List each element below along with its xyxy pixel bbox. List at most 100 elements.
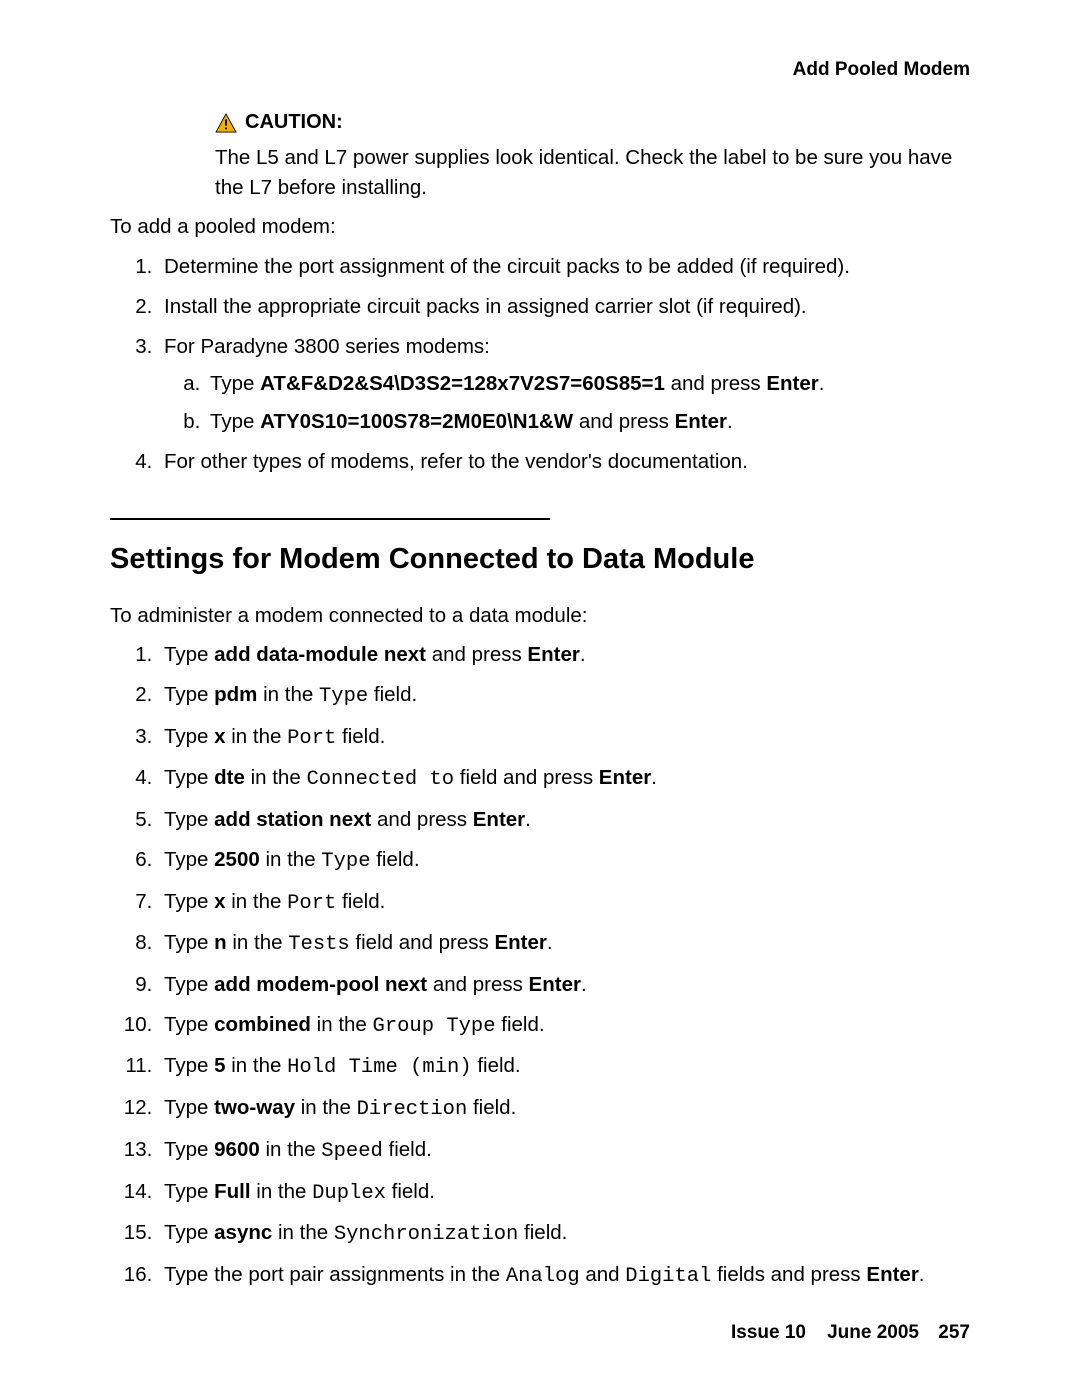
list-item: Type combined in the Group Type field. (158, 1010, 970, 1042)
caution-heading: CAUTION: (215, 108, 970, 137)
text: field. (336, 890, 385, 913)
list-item: Type x in the Port field. (158, 887, 970, 919)
text: Type (164, 643, 214, 666)
text: fields and press (711, 1263, 866, 1286)
list-item: Type the port pair assignments in the An… (158, 1260, 970, 1292)
page-number: 257 (938, 1322, 970, 1343)
key-name: Enter (473, 808, 525, 831)
command-text: add data-module next (214, 643, 426, 666)
list-item: Determine the port assignment of the cir… (158, 252, 970, 282)
field-name: Synchronization (334, 1223, 519, 1246)
field-name: Port (287, 892, 336, 915)
text: Type (164, 725, 214, 748)
caution-text: The L5 and L7 power supplies look identi… (215, 143, 970, 202)
text: Type the port pair assignments in the (164, 1263, 506, 1286)
field-name: Hold Time (min) (287, 1056, 472, 1079)
text: field. (336, 725, 385, 748)
text: Type (164, 1013, 214, 1036)
command-text: add modem-pool next (214, 973, 427, 996)
command-text: two-way (214, 1096, 295, 1119)
text: Type (164, 1138, 214, 1161)
text: . (651, 766, 657, 789)
key-name: Enter (675, 410, 727, 433)
text: Type (210, 410, 260, 433)
text: field. (386, 1180, 435, 1203)
field-name: Speed (321, 1140, 383, 1163)
running-header: Add Pooled Modem (793, 56, 970, 84)
field-name: Group Type (373, 1015, 496, 1038)
command-text: Full (214, 1180, 250, 1203)
key-name: Enter (766, 372, 818, 395)
text: in the (257, 683, 319, 706)
command-text: dte (214, 766, 245, 789)
key-name: Enter (494, 931, 546, 954)
command-text: add station next (214, 808, 371, 831)
text: Type (164, 931, 214, 954)
list-item: Type 9600 in the Speed field. (158, 1135, 970, 1167)
issue-number: Issue 10 (731, 1322, 806, 1343)
intro-text: To add a pooled modem: (110, 212, 970, 242)
text: and press (426, 643, 527, 666)
section-rule (110, 518, 550, 520)
command-text: AT&F&D2&S4\D3S2=128x7V2S7=60S85=1 (260, 372, 665, 395)
list-item: Type x in the Port field. (158, 722, 970, 754)
text: . (919, 1263, 925, 1286)
list-item-text: For Paradyne 3800 series modems: (164, 335, 490, 358)
command-text: 9600 (214, 1138, 260, 1161)
text: Type (164, 890, 214, 913)
add-modem-list: Determine the port assignment of the cir… (110, 252, 970, 476)
command-text: 2500 (214, 848, 260, 871)
key-name: Enter (599, 766, 651, 789)
key-name: Enter (527, 643, 579, 666)
text: . (580, 643, 586, 666)
list-item: Type ATY0S10=100S78=2M0E0\N1&W and press… (206, 407, 970, 437)
text: in the (295, 1096, 357, 1119)
text: in the (260, 848, 322, 871)
text: field. (383, 1138, 432, 1161)
list-item: Type two-way in the Direction field. (158, 1093, 970, 1125)
command-text: ATY0S10=100S78=2M0E0\N1&W (260, 410, 573, 433)
text: Type (164, 1096, 214, 1119)
text: Type (164, 1054, 214, 1077)
text: in the (251, 1180, 313, 1203)
list-item: Type pdm in the Type field. (158, 680, 970, 712)
text: in the (227, 931, 289, 954)
command-text: x (214, 890, 225, 913)
text: and press (573, 410, 674, 433)
list-item: For Paradyne 3800 series modems: Type AT… (158, 332, 970, 437)
text: in the (245, 766, 307, 789)
list-item: Type 2500 in the Type field. (158, 845, 970, 877)
command-text: async (214, 1221, 272, 1244)
text: in the (260, 1138, 322, 1161)
text: in the (226, 1054, 288, 1077)
text: . (727, 410, 733, 433)
caution-block: CAUTION: The L5 and L7 power supplies lo… (215, 108, 970, 202)
text: field. (371, 848, 420, 871)
text: and press (427, 973, 528, 996)
list-item: Type dte in the Connected to field and p… (158, 763, 970, 795)
text: in the (226, 725, 288, 748)
list-item: Type n in the Tests field and press Ente… (158, 928, 970, 960)
command-text: pdm (214, 683, 257, 706)
text: in the (226, 890, 288, 913)
field-name: Analog (506, 1265, 580, 1288)
text: Type (164, 1180, 214, 1203)
text: Type (164, 973, 214, 996)
text: field. (472, 1054, 521, 1077)
list-item: For other types of modems, refer to the … (158, 447, 970, 477)
field-name: Connected to (306, 768, 454, 791)
text: . (581, 973, 587, 996)
caution-label: CAUTION: (245, 108, 343, 137)
section-heading: Settings for Modem Connected to Data Mod… (110, 538, 970, 580)
key-name: Enter (529, 973, 581, 996)
text: Type (164, 848, 214, 871)
list-item: Type async in the Synchronization field. (158, 1218, 970, 1250)
field-name: Type (319, 685, 368, 708)
text: and (580, 1263, 626, 1286)
command-text: n (214, 931, 227, 954)
text: in the (311, 1013, 373, 1036)
list-item: Type add data-module next and press Ente… (158, 640, 970, 670)
text: in the (272, 1221, 334, 1244)
list-item: Type Full in the Duplex field. (158, 1177, 970, 1209)
text: Type (164, 1221, 214, 1244)
